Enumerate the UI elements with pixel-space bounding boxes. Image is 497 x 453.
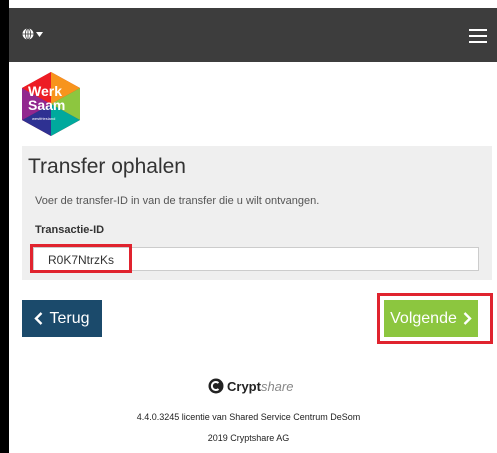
werksaam-logo: Werk Saam westfriesland bbox=[22, 72, 80, 136]
window-frame-edge bbox=[0, 0, 9, 453]
version-text: 4.4.0.3245 licentie van Shared Service C… bbox=[136, 412, 361, 422]
transaction-id-label: Transactie-ID bbox=[35, 224, 105, 236]
logo-subtitle: westfriesland bbox=[32, 116, 56, 121]
logo-line1: Werk bbox=[28, 83, 62, 99]
hamburger-menu-icon[interactable] bbox=[469, 29, 487, 43]
page-title: Transfer ophalen bbox=[28, 155, 186, 178]
caret-down-icon bbox=[36, 31, 43, 37]
panel-description: Voer de transfer-ID in van de transfer d… bbox=[35, 195, 320, 207]
chevron-left-icon bbox=[34, 312, 43, 325]
top-navbar bbox=[9, 8, 497, 62]
transfer-panel: Transfer ophalen Voer de transfer-ID in … bbox=[22, 146, 492, 280]
globe-icon bbox=[22, 28, 34, 40]
cryptshare-icon bbox=[208, 378, 224, 394]
highlight-box-next bbox=[377, 293, 493, 344]
cryptshare-logo: Cryptshare bbox=[208, 378, 293, 394]
language-menu[interactable] bbox=[22, 28, 43, 40]
logo-line2: Saam bbox=[28, 97, 66, 113]
highlight-box-transaction-id bbox=[30, 244, 132, 273]
brand-bold: Crypt bbox=[227, 378, 261, 394]
brand-light: share bbox=[260, 378, 294, 394]
copyright-text: 2019 Cryptshare AG bbox=[207, 433, 290, 443]
back-button-label: Terug bbox=[49, 309, 90, 327]
back-button[interactable]: Terug bbox=[22, 300, 102, 337]
